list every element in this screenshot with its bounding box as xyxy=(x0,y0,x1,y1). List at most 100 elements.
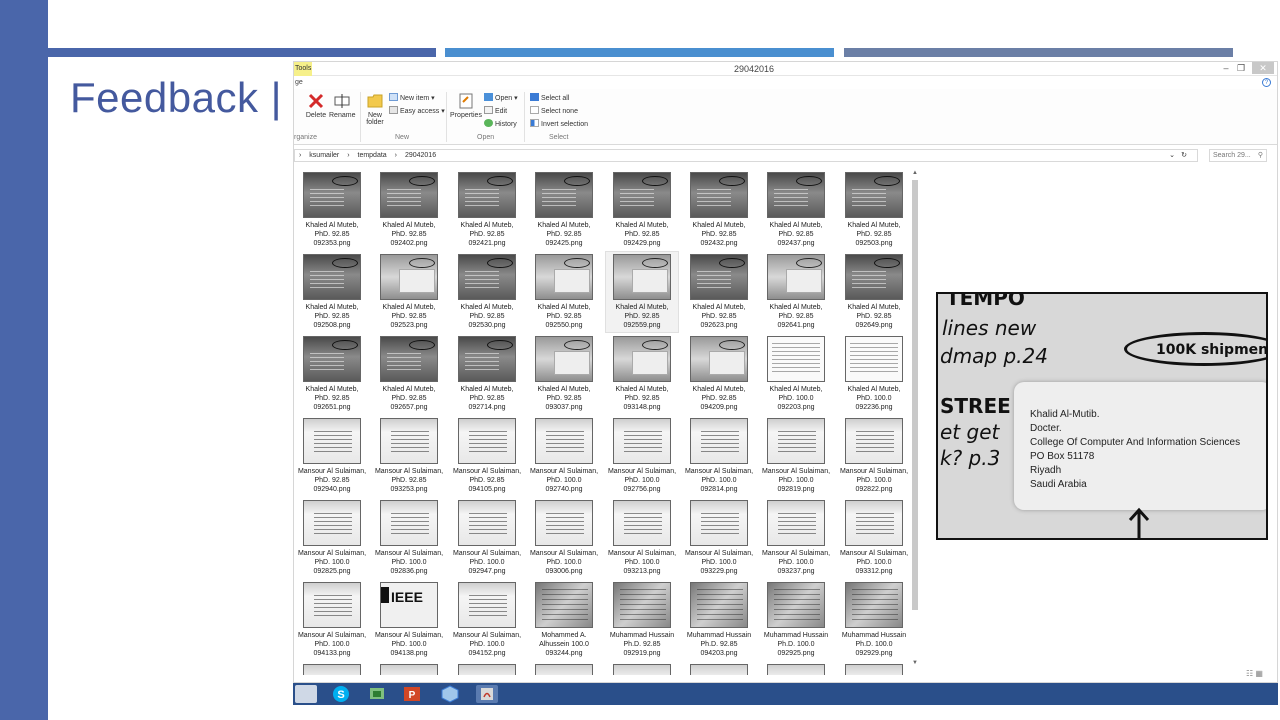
file-tile[interactable]: Khaled Al Muteb, PhD. 100.0 092203.png xyxy=(760,334,832,414)
file-tile[interactable]: Khaled Al Muteb, PhD. 92.85 092550.png xyxy=(528,252,600,332)
close-button[interactable]: ✕ xyxy=(1252,62,1274,74)
file-tile[interactable] xyxy=(528,662,600,675)
minimize-button[interactable]: – xyxy=(1219,62,1233,74)
invert-selection-button[interactable]: Invert selection xyxy=(530,119,588,130)
file-name: Khaled Al Muteb, PhD. 92.85 092714.png xyxy=(460,386,514,411)
large-icons-view-icon[interactable]: ▦ xyxy=(1255,669,1263,678)
file-tile[interactable]: Khaled Al Muteb, PhD. 92.85 092425.png xyxy=(528,170,600,250)
file-tile[interactable] xyxy=(373,662,445,675)
edit-button[interactable]: Edit xyxy=(484,106,507,117)
powerpoint-icon[interactable]: P xyxy=(401,685,423,703)
file-tile[interactable]: Mansour Al Sulaiman, PhD. 100.0 092947.p… xyxy=(451,498,523,578)
file-tile[interactable]: Mansour Al Sulaiman, PhD. 92.85 093253.p… xyxy=(373,416,445,496)
file-tile[interactable]: Mansour Al Sulaiman, PhD. 100.0 092756.p… xyxy=(606,416,678,496)
file-name: Khaled Al Muteb, PhD. 92.85 093037.png xyxy=(537,386,591,411)
select-all-button[interactable]: Select all xyxy=(530,93,569,104)
file-name: Khaled Al Muteb, PhD. 92.85 092425.png xyxy=(537,222,591,247)
ribbon-tab-manage[interactable]: ge xyxy=(295,79,303,86)
file-tile[interactable]: Muhammad Hussain Ph.D. 100.0 092925.png xyxy=(760,580,832,660)
file-tile[interactable]: Mansour Al Sulaiman, PhD. 100.0 093312.p… xyxy=(838,498,910,578)
file-tile[interactable]: Mansour Al Sulaiman, PhD. 100.0 093237.p… xyxy=(760,498,832,578)
file-tile[interactable]: Mansour Al Sulaiman, PhD. 100.0 092814.p… xyxy=(683,416,755,496)
file-tile[interactable]: Khaled Al Muteb, PhD. 92.85 092641.png xyxy=(760,252,832,332)
file-tile[interactable]: Khaled Al Muteb, PhD. 92.85 092649.png xyxy=(838,252,910,332)
file-tile[interactable]: Khaled Al Muteb, PhD. 92.85 092353.png xyxy=(296,170,368,250)
file-tile[interactable]: Khaled Al Muteb, PhD. 92.85 092508.png xyxy=(296,252,368,332)
file-tile[interactable]: Khaled Al Muteb, PhD. 92.85 093148.png xyxy=(606,334,678,414)
file-tile[interactable] xyxy=(760,662,832,675)
easy-access-button[interactable]: Easy access ▾ xyxy=(389,106,445,117)
file-tile[interactable]: Khaled Al Muteb, PhD. 92.85 092432.png xyxy=(683,170,755,250)
delete-button[interactable]: Delete xyxy=(304,92,328,119)
restore-button[interactable]: ❐ xyxy=(1234,62,1248,74)
file-tile[interactable]: Mansour Al Sulaiman, PhD. 100.0 092819.p… xyxy=(760,416,832,496)
file-tile[interactable]: Muhammad Hussain Ph.D. 100.0 092929.png xyxy=(838,580,910,660)
box-app-icon[interactable] xyxy=(439,685,461,703)
rename-button[interactable]: Rename xyxy=(329,92,355,119)
new-folder-button[interactable]: New folder xyxy=(362,92,388,126)
file-tile[interactable]: Mansour Al Sulaiman, PhD. 100.0 094152.p… xyxy=(451,580,523,660)
file-tile[interactable]: Mansour Al Sulaiman, PhD. 100.0 093006.p… xyxy=(528,498,600,578)
details-view-icon[interactable]: ☷ xyxy=(1246,669,1253,678)
tools-tab[interactable]: Tools xyxy=(294,62,312,76)
file-tile[interactable]: Mansour Al Sulaiman, PhD. 100.0 094138.p… xyxy=(373,580,445,660)
file-tile[interactable] xyxy=(838,662,910,675)
history-button[interactable]: History xyxy=(484,119,517,130)
scroll-up-icon[interactable]: ▲ xyxy=(911,170,919,176)
file-tile[interactable] xyxy=(451,662,523,675)
java-icon[interactable] xyxy=(476,685,498,703)
file-tile[interactable]: Mansour Al Sulaiman, PhD. 100.0 094133.p… xyxy=(296,580,368,660)
file-tile[interactable]: Khaled Al Muteb, PhD. 92.85 093037.png xyxy=(528,334,600,414)
file-tile[interactable]: Khaled Al Muteb, PhD. 92.85 092503.png xyxy=(838,170,910,250)
file-grid: Khaled Al Muteb, PhD. 92.85 092353.png Kh… xyxy=(296,170,916,675)
search-input[interactable]: Search 29... ⚲ xyxy=(1209,149,1267,162)
vertical-scrollbar[interactable]: ▲ ▼ xyxy=(911,170,919,670)
new-item-button[interactable]: New item ▾ xyxy=(389,93,435,104)
help-icon[interactable]: ? xyxy=(1262,78,1271,87)
address-bar[interactable]: › ksumailer › tempdata › 29042016 ⌄ ↻ xyxy=(294,149,1198,162)
file-tile[interactable]: Khaled Al Muteb, PhD. 92.85 092714.png xyxy=(451,334,523,414)
open-button[interactable]: Open ▾ xyxy=(484,93,518,104)
file-tile[interactable] xyxy=(606,662,678,675)
properties-button[interactable]: Properties xyxy=(449,92,483,119)
file-thumbnail xyxy=(845,500,903,546)
file-tile[interactable]: Khaled Al Muteb, PhD. 92.85 092421.png xyxy=(451,170,523,250)
file-tile[interactable]: Khaled Al Muteb, PhD. 92.85 094209.png xyxy=(683,334,755,414)
skype-icon[interactable]: S xyxy=(330,685,352,703)
refresh-icon[interactable]: ↻ xyxy=(1181,150,1187,162)
file-tile[interactable]: Khaled Al Muteb, PhD. 92.85 092530.png xyxy=(451,252,523,332)
file-tile[interactable]: Muhammad Hussain Ph.D. 92.85 094203.png xyxy=(683,580,755,660)
file-tile[interactable]: Khaled Al Muteb, PhD. 92.85 092437.png xyxy=(760,170,832,250)
file-tile[interactable] xyxy=(683,662,755,675)
file-explorer-icon[interactable] xyxy=(295,685,317,703)
file-tile[interactable]: Mansour Al Sulaiman, PhD. 100.0 092740.p… xyxy=(528,416,600,496)
file-tile[interactable]: Khaled Al Muteb, PhD. 92.85 092559.png xyxy=(605,251,679,333)
file-tile[interactable]: Mansour Al Sulaiman, PhD. 92.85 094105.p… xyxy=(451,416,523,496)
file-tile[interactable]: Khaled Al Muteb, PhD. 92.85 092523.png xyxy=(373,252,445,332)
file-tile[interactable]: Mansour Al Sulaiman, PhD. 100.0 093229.p… xyxy=(683,498,755,578)
search-placeholder: Search 29... xyxy=(1213,152,1251,159)
address-dropdown-icon[interactable]: ⌄ xyxy=(1169,150,1175,162)
file-tile[interactable]: Mansour Al Sulaiman, PhD. 92.85 092940.p… xyxy=(296,416,368,496)
network-icon[interactable] xyxy=(366,685,388,703)
file-tile[interactable]: Khaled Al Muteb, PhD. 92.85 092657.png xyxy=(373,334,445,414)
file-tile[interactable]: Muhammad Hussain Ph.D. 92.85 092919.png xyxy=(606,580,678,660)
breadcrumb-29042016[interactable]: 29042016 xyxy=(405,152,436,159)
breadcrumb-ksumailer[interactable]: ksumailer xyxy=(309,152,339,159)
file-tile[interactable]: Mansour Al Sulaiman, PhD. 100.0 092825.p… xyxy=(296,498,368,578)
file-tile[interactable]: Mansour Al Sulaiman, PhD. 100.0 092822.p… xyxy=(838,416,910,496)
file-tile[interactable]: Khaled Al Muteb, PhD. 92.85 092429.png xyxy=(606,170,678,250)
view-toggle[interactable]: ☷ ▦ xyxy=(1246,669,1263,678)
file-tile[interactable]: Mansour Al Sulaiman, PhD. 100.0 093213.p… xyxy=(606,498,678,578)
select-none-button[interactable]: Select none xyxy=(530,106,578,117)
breadcrumb-tempdata[interactable]: tempdata xyxy=(358,152,387,159)
file-tile[interactable]: Mansour Al Sulaiman, PhD. 100.0 092836.p… xyxy=(373,498,445,578)
file-tile[interactable]: Khaled Al Muteb, PhD. 92.85 092402.png xyxy=(373,170,445,250)
file-tile[interactable]: Khaled Al Muteb, PhD. 100.0 092236.png xyxy=(838,334,910,414)
file-tile[interactable]: Khaled Al Muteb, PhD. 92.85 092651.png xyxy=(296,334,368,414)
file-tile[interactable]: Khaled Al Muteb, PhD. 92.85 092623.png xyxy=(683,252,755,332)
scroll-thumb[interactable] xyxy=(912,180,918,610)
scroll-down-icon[interactable]: ▼ xyxy=(911,660,919,666)
file-tile[interactable]: Mohammed A. Alhussein 100.0 093244.png xyxy=(528,580,600,660)
file-tile[interactable] xyxy=(296,662,368,675)
